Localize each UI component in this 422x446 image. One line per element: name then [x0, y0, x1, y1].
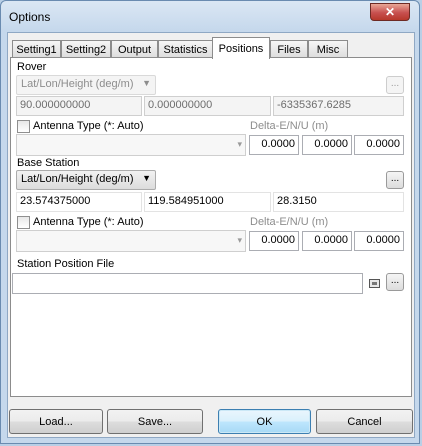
chevron-down-icon: ▼ [142, 78, 151, 88]
rover-height-field[interactable]: -6335367.6285 [273, 96, 404, 116]
station-file-browse-button[interactable]: ... [386, 273, 404, 291]
base-height-field[interactable]: 28.3150 [273, 192, 404, 212]
dialog-client-area: Setting1 Setting2 Output Statistics Posi… [7, 32, 415, 438]
base-longitude-field[interactable]: 119.584951000 [144, 192, 271, 212]
chevron-down-icon: ▾ [237, 139, 242, 149]
base-delta-u-field[interactable]: 0.0000 [354, 231, 404, 251]
tab-statistics[interactable]: Statistics [158, 40, 213, 58]
chevron-down-icon: ▼ [142, 173, 151, 183]
tab-positions[interactable]: Positions [212, 37, 270, 59]
station-position-file-field[interactable] [12, 273, 363, 294]
rover-browse-button[interactable]: ... [386, 76, 404, 94]
base-antenna-label: Antenna Type (*: Auto) [33, 216, 144, 228]
base-position-format-select[interactable]: Lat/Lon/Height (deg/m) ▼ [16, 170, 156, 190]
tab-setting1[interactable]: Setting1 [12, 40, 61, 58]
base-browse-button[interactable]: ... [386, 171, 404, 189]
rover-antenna-checkbox[interactable] [17, 120, 30, 133]
save-button[interactable]: Save... [107, 409, 203, 434]
close-icon: ✕ [384, 5, 396, 19]
tab-files[interactable]: Files [270, 40, 308, 58]
rover-delta-u-field[interactable]: 0.0000 [354, 135, 404, 155]
base-position-format-value: Lat/Lon/Height (deg/m) [21, 173, 134, 185]
tab-setting2[interactable]: Setting2 [61, 40, 111, 58]
rover-latitude-field[interactable]: 90.000000000 [16, 96, 142, 116]
base-delta-n-field[interactable]: 0.0000 [302, 231, 352, 251]
rover-delta-e-field[interactable]: 0.0000 [249, 135, 299, 155]
rover-position-format-select[interactable]: Lat/Lon/Height (deg/m) ▼ [16, 75, 156, 95]
chevron-down-icon: ▾ [237, 235, 242, 245]
rover-position-format-value: Lat/Lon/Height (deg/m) [21, 78, 134, 90]
base-latitude-field[interactable]: 23.574375000 [16, 192, 142, 212]
tab-output[interactable]: Output [111, 40, 158, 58]
positions-panel: Rover Lat/Lon/Height (deg/m) ▼ ... 90.00… [10, 57, 412, 397]
base-station-section-label: Base Station [17, 157, 80, 169]
base-antenna-checkbox[interactable] [17, 216, 30, 229]
rover-antenna-label: Antenna Type (*: Auto) [33, 120, 144, 132]
rover-delta-n-field[interactable]: 0.0000 [302, 135, 352, 155]
close-button[interactable]: ✕ [370, 3, 410, 21]
rover-delta-label: Delta-E/N/U (m) [250, 120, 329, 132]
window-title: Options [9, 10, 51, 24]
rover-longitude-field[interactable]: 0.000000000 [144, 96, 271, 116]
tab-misc[interactable]: Misc [308, 40, 348, 58]
view-file-icon[interactable] [369, 279, 380, 288]
base-antenna-type-select[interactable]: ▾ [16, 230, 246, 252]
rover-section-label: Rover [17, 61, 47, 73]
base-delta-label: Delta-E/N/U (m) [250, 216, 329, 228]
load-button[interactable]: Load... [9, 409, 103, 434]
base-delta-e-field[interactable]: 0.0000 [249, 231, 299, 251]
station-position-file-label: Station Position File [17, 258, 115, 270]
cancel-button[interactable]: Cancel [316, 409, 413, 434]
options-dialog: Options ✕ Setting1 Setting2 Output Stati… [0, 0, 420, 444]
ok-button[interactable]: OK [218, 409, 311, 434]
rover-antenna-type-select[interactable]: ▾ [16, 134, 246, 156]
